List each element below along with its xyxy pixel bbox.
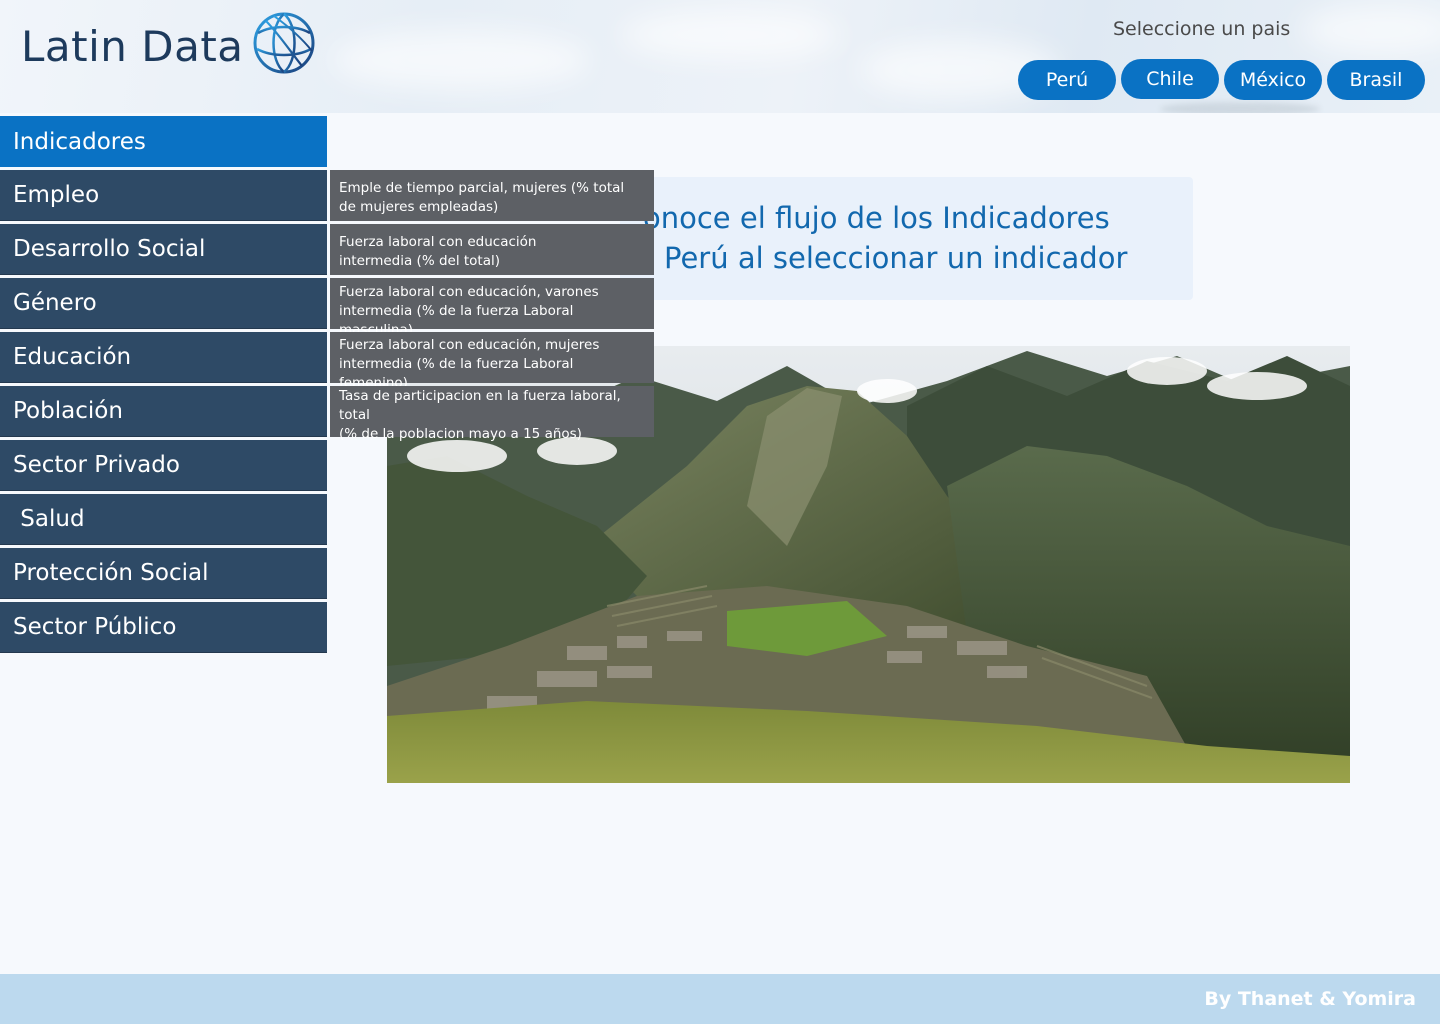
submenu-item-tasa-participacion[interactable]: Tasa de participacion en la fuerza labor… (330, 386, 654, 442)
instruction-line-2: Perú al seleccionar un indicador (664, 241, 1128, 275)
world-bank-globe-icon (253, 12, 315, 74)
country-button-brasil[interactable]: Brasil (1327, 60, 1425, 100)
sidebar-item-poblacion[interactable]: Población (0, 386, 327, 437)
submenu-line: Fuerza laboral con educación, varones (339, 284, 599, 300)
submenu-line: Fuerza laboral con educación, mujeres (339, 337, 600, 353)
submenu-item-fuerza-laboral-varones[interactable]: Fuerza laboral con educación, varones in… (330, 278, 654, 338)
country-button-peru[interactable]: Perú (1018, 60, 1116, 100)
footer: By Thanet & Yomira (0, 974, 1440, 1024)
sidebar-item-desarrollo-social[interactable]: Desarrollo Social (0, 224, 327, 275)
sidebar-item-sector-publico[interactable]: Sector Público (0, 602, 327, 653)
sidebar-item-empleo[interactable]: Empleo (0, 170, 327, 221)
sidebar-header-indicadores: Indicadores (0, 116, 327, 167)
app-title: Latin Data (21, 22, 244, 71)
submenu-line: (% de la poblacion mayo a 15 años) (339, 426, 582, 442)
country-select-label: Seleccione un pais (1113, 18, 1291, 40)
sidebar-item-genero[interactable]: Género (0, 278, 327, 329)
submenu-item-fuerza-laboral-intermedia[interactable]: Fuerza laboral con educación intermedia … (330, 224, 654, 275)
submenu-item-empleo-parcial-mujeres[interactable]: Emple de tiempo parcial, mujeres (% tota… (330, 170, 654, 221)
footer-credit: By Thanet & Yomira (1204, 988, 1416, 1010)
submenu-line: Fuerza laboral con educación (339, 234, 537, 250)
country-button-mexico[interactable]: México (1224, 60, 1322, 100)
sidebar-item-educacion[interactable]: Educación (0, 332, 327, 383)
sidebar-item-salud[interactable]: Salud (0, 494, 327, 545)
submenu-line: de mujeres empleadas) (339, 199, 499, 215)
submenu-item-fuerza-laboral-mujeres[interactable]: Fuerza laboral con educación, mujeres in… (330, 332, 654, 391)
submenu-line: Emple de tiempo parcial, mujeres (% tota… (339, 180, 625, 196)
instruction-line-1: onoce el flujo de los Indicadores (643, 201, 1110, 235)
country-button-chile[interactable]: Chile (1121, 59, 1219, 99)
sidebar-item-proteccion-social[interactable]: Protección Social (0, 548, 327, 599)
submenu-line: intermedia (% del total) (339, 253, 500, 269)
submenu-line: Tasa de participacion en la fuerza labor… (339, 388, 621, 423)
instruction-box: onoce el flujo de los Indicadores Perú a… (620, 177, 1193, 300)
sidebar-item-sector-privado[interactable]: Sector Privado (0, 440, 327, 491)
